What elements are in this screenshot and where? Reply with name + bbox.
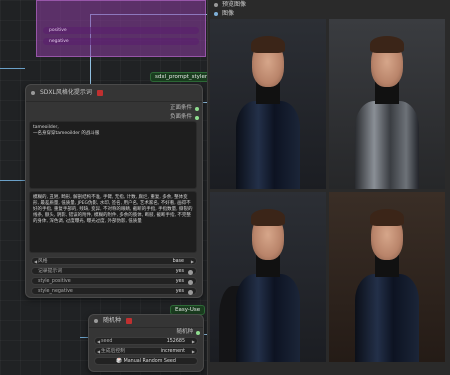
log-prompt-toggle[interactable]: 记录提示词 yes	[31, 267, 197, 275]
output-socket-icon[interactable]	[195, 115, 199, 120]
pin-badge-icon	[125, 317, 132, 324]
arrow-right-icon[interactable]: ▶	[192, 338, 195, 346]
collapse-dot-icon[interactable]	[214, 2, 218, 7]
preview-image-2[interactable]	[329, 19, 445, 189]
arrow-left-icon[interactable]: ◀	[34, 258, 37, 266]
toggle-knob[interactable]	[188, 289, 193, 295]
preview-image-3[interactable]	[210, 192, 326, 362]
toggle-knob[interactable]	[188, 269, 193, 275]
node-tag-styler: sdxl_prompt_styler	[150, 72, 213, 82]
style-select[interactable]: ◀ 风格 base ▶	[31, 257, 197, 265]
bypassed-node-group[interactable]: positive negative	[36, 0, 206, 57]
preview-image-node[interactable]: 预览图像 图像	[207, 0, 450, 375]
arrow-left-icon[interactable]: ◀	[97, 348, 100, 356]
arrow-right-icon[interactable]: ▶	[191, 258, 194, 266]
node-title: SDXL风格化提示词	[40, 89, 92, 96]
preview-image-4[interactable]	[329, 192, 445, 362]
seed-number-input[interactable]: ◀ seed 152685 ▶	[94, 337, 198, 345]
output-socket-icon[interactable]	[196, 330, 200, 335]
node-header[interactable]: 随机种	[89, 315, 203, 328]
control-after-generate-select[interactable]: ◀ 生成后控制 increment ▶	[94, 347, 198, 355]
group-row-1: positive	[43, 27, 199, 34]
collapse-dot-icon[interactable]	[31, 91, 35, 95]
seed-node[interactable]: 随机种 随机种 ◀ seed 152685 ▶ ◀ 生成后控制 incremen…	[88, 314, 204, 372]
sdxl-prompt-styler-node[interactable]: SDXL风格化提示词 正面条件 负面条件 tameoilder, 一名身穿穿ta…	[25, 84, 203, 298]
dice-icon: 🎲	[116, 359, 123, 364]
style-positive-toggle[interactable]: style_positive yes	[31, 277, 197, 285]
toggle-knob[interactable]	[188, 279, 193, 285]
preview-image-1[interactable]	[210, 19, 326, 189]
output-socket-icon[interactable]	[195, 106, 199, 111]
node-header[interactable]: 预览图像	[208, 0, 450, 9]
output-seed[interactable]: 随机种	[89, 328, 203, 337]
node-header[interactable]: SDXL风格化提示词	[26, 85, 202, 102]
link-wire	[0, 68, 25, 69]
positive-prompt-textarea[interactable]: tameoilder, 一名身穿穿tameoilder 的战斗服	[29, 121, 197, 189]
collapse-dot-icon[interactable]	[94, 319, 98, 323]
negative-prompt-textarea[interactable]: 模糊的, 丑陋, 畸形, 解剖结构不准, 手臂, 无指, 计数, 腐烂, 重复,…	[29, 191, 197, 253]
arrow-right-icon[interactable]: ▶	[192, 348, 195, 356]
output-image-row[interactable]: 图像	[208, 9, 450, 18]
node-title: 随机种	[103, 317, 122, 324]
node-title: 预览图像	[222, 1, 247, 8]
pin-badge-icon	[96, 89, 103, 96]
group-row-2: negative	[43, 38, 199, 45]
link-wire	[0, 180, 25, 181]
manual-random-seed-button[interactable]: 🎲 Manual Random Seed	[94, 357, 198, 365]
output-socket-icon[interactable]	[214, 11, 218, 16]
output-positive[interactable]: 正面条件	[26, 104, 202, 113]
style-negative-toggle[interactable]: style_negative yes	[31, 287, 197, 295]
arrow-left-icon[interactable]: ◀	[97, 338, 100, 346]
